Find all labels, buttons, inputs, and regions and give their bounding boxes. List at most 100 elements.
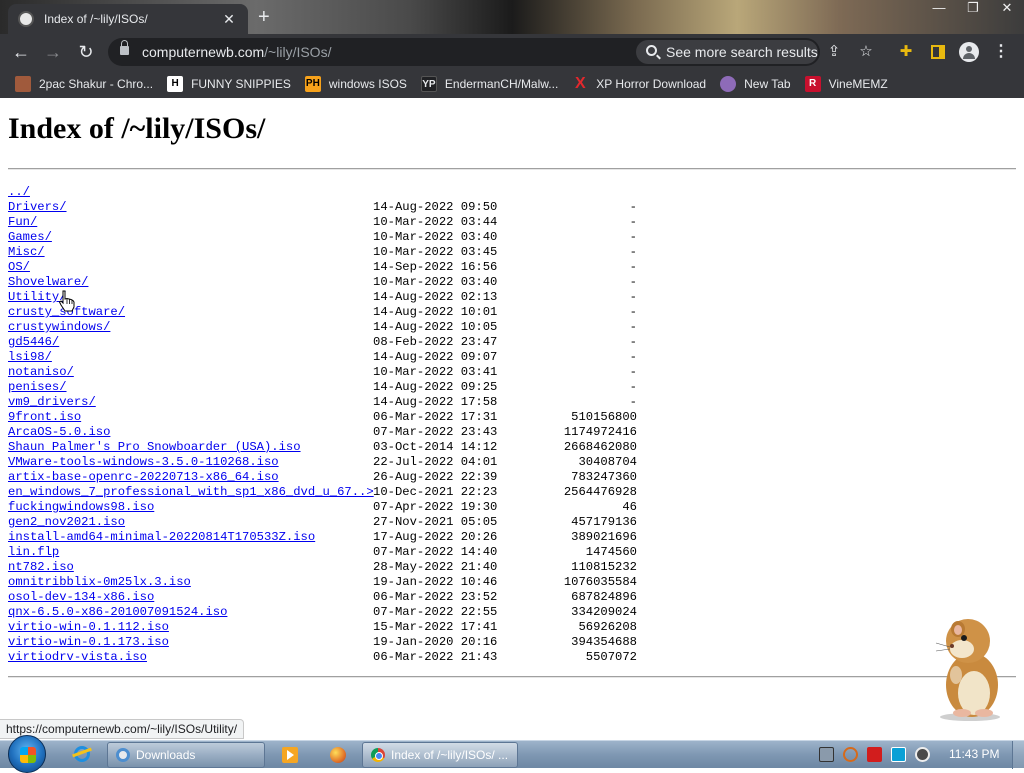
address-bar[interactable]: computernewb.com/~lily/ISOs/ See more se… (108, 38, 873, 66)
extensions-puzzle-icon[interactable]: ✚ (895, 41, 917, 63)
file-link[interactable]: nt782.iso (8, 560, 74, 575)
bookmark-item[interactable]: H FUNNY SNIPPIES (160, 72, 298, 96)
file-link[interactable]: virtio-win-0.1.173.iso (8, 635, 169, 650)
new-tab-plus-icon[interactable]: + (258, 7, 270, 27)
file-size: 1174972416 (563, 425, 637, 439)
modified-date: 06-Mar-2022 17:31 (373, 410, 498, 424)
file-link[interactable]: gen2_nov2021.iso (8, 515, 125, 530)
file-size: 1076035584 (563, 575, 637, 589)
close-window-icon[interactable]: ✕ (990, 0, 1024, 18)
file-link[interactable]: fuckingwindows98.iso (8, 500, 154, 515)
file-link[interactable]: Drivers/ (8, 200, 67, 215)
file-link[interactable]: virtio-win-0.1.112.iso (8, 620, 169, 635)
file-size: 56926208 (578, 620, 637, 634)
search-magnifier-icon[interactable] (843, 747, 858, 762)
listing-row: VMware-tools-windows-3.5.0-110268.iso 22-… (8, 455, 648, 470)
file-size: - (629, 200, 637, 214)
media-player-icon[interactable] (270, 742, 310, 768)
divider (8, 168, 1016, 170)
file-link[interactable]: Games/ (8, 230, 52, 245)
file-link[interactable]: penises/ (8, 380, 67, 395)
bookmark-item[interactable]: X XP Horror Download (565, 72, 713, 96)
browser-tab-active[interactable]: Index of /~lily/ISOs/ ✕ (8, 4, 248, 34)
close-tab-icon[interactable]: ✕ (220, 11, 238, 28)
file-link[interactable]: vm9_drivers/ (8, 395, 96, 410)
folder-download-icon (116, 748, 130, 762)
start-button[interactable] (8, 735, 46, 773)
listing-row: 9front.iso 06-Mar-2022 17:31 510156800 (8, 410, 648, 425)
minimize-icon[interactable]: — (922, 0, 956, 18)
file-size: 110815232 (571, 560, 637, 574)
modified-date: 07-Mar-2022 23:43 (373, 425, 498, 439)
internet-explorer-icon[interactable] (62, 742, 102, 768)
file-size: - (629, 215, 637, 229)
file-size: 2564476928 (563, 485, 637, 499)
profile-avatar-icon[interactable] (958, 41, 980, 63)
file-size: - (629, 350, 637, 364)
flag-icon[interactable] (867, 747, 882, 762)
modified-date: 10-Mar-2022 03:41 (373, 365, 498, 379)
file-link[interactable]: Shovelware/ (8, 275, 88, 290)
bookmark-item[interactable]: R VineMEMZ (798, 72, 895, 96)
display-icon[interactable] (891, 747, 906, 762)
share-icon[interactable]: ⇪ (824, 42, 844, 62)
forward-arrow-icon[interactable]: → (42, 41, 64, 63)
file-link[interactable]: ../ (8, 185, 30, 200)
file-link[interactable]: notaniso/ (8, 365, 74, 380)
page-title: Index of /~lily/ISOs/ (8, 112, 266, 145)
listing-row: Misc/10-Mar-2022 03:45 - (8, 245, 648, 260)
volume-icon[interactable] (915, 747, 930, 762)
search-chip-label: See more search results (666, 44, 818, 60)
restore-icon[interactable]: ❐ (956, 0, 990, 18)
bookmark-label: VineMEMZ (828, 77, 888, 91)
kebab-menu-icon[interactable]: ⋮ (990, 41, 1012, 63)
file-link[interactable]: Shaun Palmer's Pro Snowboarder (USA).iso (8, 440, 301, 455)
network-icon[interactable] (819, 747, 834, 762)
url-text[interactable]: computernewb.com/~lily/ISOs/ (142, 44, 331, 60)
modified-date: 28-May-2022 21:40 (373, 560, 498, 574)
file-link[interactable]: artix-base-openrc-20220713-x86_64.iso (8, 470, 279, 485)
modified-date: 14-Aug-2022 17:58 (373, 395, 498, 409)
listing-row: virtiodrv-vista.iso 06-Mar-2022 21:43 5507… (8, 650, 648, 665)
file-link[interactable]: install-amd64-minimal-20220814T170533Z.i… (8, 530, 315, 545)
file-link[interactable]: Misc/ (8, 245, 45, 260)
taskbar-clock[interactable]: 11:43 PM (949, 747, 999, 761)
file-link[interactable]: ArcaOS-5.0.iso (8, 425, 110, 440)
bookmark-item[interactable]: PH windows ISOS (298, 72, 414, 96)
listing-row: nt782.iso 28-May-2022 21:40 110815232 (8, 560, 648, 575)
file-link[interactable]: lsi98/ (8, 350, 52, 365)
file-link[interactable]: lin.flp (8, 545, 59, 560)
file-link[interactable]: VMware-tools-windows-3.5.0-110268.iso (8, 455, 279, 470)
file-link[interactable]: qnx-6.5.0-x86-201007091524.iso (8, 605, 227, 620)
taskbar-downloads-button[interactable]: Downloads (107, 742, 265, 768)
windows-logo-icon (20, 747, 36, 763)
bookmark-item[interactable]: New Tab (713, 72, 797, 96)
file-link[interactable]: virtiodrv-vista.iso (8, 650, 147, 665)
show-desktop-button[interactable] (1012, 741, 1024, 769)
windows-taskbar: Downloads Index of /~lily/ISOs/ ... 11:4… (0, 735, 1024, 773)
taskbar-chrome-button[interactable]: Index of /~lily/ISOs/ ... (362, 742, 518, 768)
file-link[interactable]: omnitribblix-0m25lx.3.iso (8, 575, 191, 590)
side-panel-icon[interactable] (927, 41, 949, 63)
file-link[interactable]: osol-dev-134-x86.iso (8, 590, 154, 605)
listing-row: ../ (8, 185, 648, 200)
lock-icon[interactable] (120, 40, 129, 55)
bookmark-item[interactable]: YP EndermanCH/Malw... (414, 72, 565, 96)
x-logo-icon: X (574, 75, 586, 92)
r-logo-icon: R (804, 76, 821, 92)
back-arrow-icon[interactable]: ← (10, 41, 32, 63)
file-link[interactable]: en_windows_7_professional_with_sp1_x86_d… (8, 485, 374, 500)
bookmark-star-icon[interactable]: ☆ (856, 42, 876, 62)
paint-app-icon[interactable] (318, 742, 358, 768)
reload-icon[interactable]: ↻ (75, 41, 97, 63)
file-link[interactable]: Fun/ (8, 215, 37, 230)
file-link[interactable]: 9front.iso (8, 410, 81, 425)
file-link[interactable]: OS/ (8, 260, 30, 275)
listing-row: lin.flp 07-Mar-2022 14:40 1474560 (8, 545, 648, 560)
file-link[interactable]: gd5446/ (8, 335, 59, 350)
modified-date: 06-Mar-2022 23:52 (373, 590, 498, 604)
search-results-chip[interactable]: See more search results (636, 40, 818, 64)
file-link[interactable]: crustywindows/ (8, 320, 110, 335)
bookmark-item[interactable]: 2pac Shakur - Chro... (8, 72, 160, 96)
site-favicon-icon (18, 11, 34, 27)
